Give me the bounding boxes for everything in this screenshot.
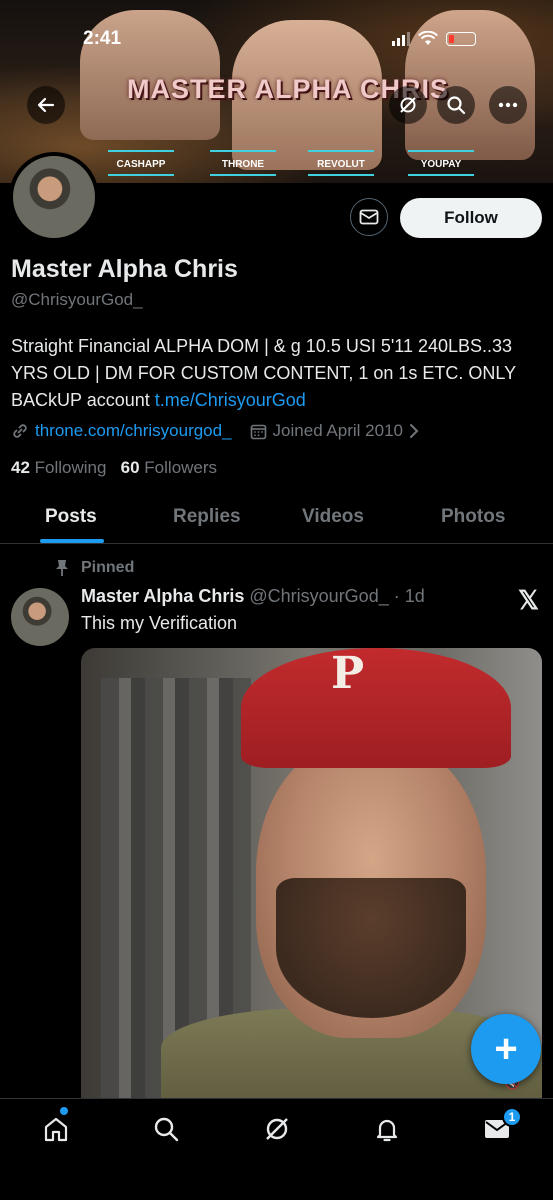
beard bbox=[276, 878, 466, 1018]
arrow-left-icon bbox=[37, 97, 55, 113]
calendar-icon bbox=[250, 424, 266, 439]
profile-avatar[interactable] bbox=[9, 152, 99, 242]
post-author-name[interactable]: Master Alpha Chris bbox=[81, 586, 244, 606]
post-text: This my Verification bbox=[81, 613, 238, 633]
bottom-nav: 1 bbox=[0, 1098, 553, 1200]
banner-link-throne: THRONE bbox=[210, 150, 276, 176]
signal-icon bbox=[392, 31, 410, 46]
grok-icon bbox=[400, 97, 416, 113]
display-name: Master Alpha Chris bbox=[11, 255, 238, 283]
profile-bio: Straight Financial ALPHA DOM | & g 10.5 … bbox=[11, 333, 543, 414]
message-button[interactable] bbox=[350, 198, 388, 236]
banner-link-revolut: REVOLUT bbox=[308, 150, 374, 176]
followers-link[interactable]: 60 Followers bbox=[121, 458, 217, 477]
search-icon bbox=[154, 1117, 179, 1142]
follow-stats: 42 Following 60 Followers bbox=[11, 458, 217, 478]
compose-button[interactable]: + bbox=[471, 1014, 541, 1084]
tab-replies[interactable]: Replies bbox=[173, 506, 241, 528]
tab-videos[interactable]: Videos bbox=[302, 506, 364, 528]
banner-link-cashapp: CASHAPP bbox=[108, 150, 174, 176]
status-icons bbox=[392, 31, 476, 46]
nav-grok[interactable] bbox=[261, 1113, 293, 1145]
following-link[interactable]: 42 Following bbox=[11, 458, 106, 477]
cap bbox=[241, 648, 511, 768]
grok-icon bbox=[266, 1118, 288, 1140]
profile-handle: @ChrisyourGod_ bbox=[11, 290, 143, 309]
pin-icon bbox=[56, 560, 68, 576]
back-button[interactable] bbox=[27, 86, 65, 124]
link-icon bbox=[13, 424, 27, 438]
post-video[interactable]: P bbox=[81, 648, 542, 1098]
bell-icon bbox=[376, 1119, 398, 1142]
grok-button[interactable] bbox=[389, 86, 427, 124]
bio-link[interactable]: t.me/ChrisyourGod bbox=[155, 390, 306, 410]
home-icon bbox=[44, 1117, 68, 1142]
tab-posts[interactable]: Posts bbox=[45, 506, 97, 528]
home-notification-dot bbox=[60, 1107, 68, 1115]
search-icon bbox=[447, 96, 466, 115]
cap-logo: P bbox=[331, 648, 365, 699]
nav-home[interactable] bbox=[40, 1113, 72, 1145]
x-logo-icon[interactable]: 𝕏 bbox=[518, 585, 539, 616]
wifi-icon bbox=[418, 31, 438, 45]
search-button[interactable] bbox=[437, 86, 475, 124]
profile-website[interactable]: throne.com/chrisyourgod_ bbox=[35, 421, 232, 441]
banner-link-youpay: YOUPAY bbox=[408, 150, 474, 176]
status-time: 2:41 bbox=[83, 28, 122, 49]
profile-meta: throne.com/chrisyourgod_ Joined April 20… bbox=[11, 421, 419, 441]
envelope-icon bbox=[359, 209, 379, 225]
follow-button[interactable]: Follow bbox=[400, 198, 542, 238]
active-tab-indicator bbox=[40, 539, 104, 543]
nav-notifications[interactable] bbox=[371, 1113, 403, 1145]
tab-photos[interactable]: Photos bbox=[441, 506, 505, 528]
post-author-avatar[interactable] bbox=[11, 588, 69, 646]
joined-date: Joined April 2010 bbox=[272, 421, 403, 440]
banner-title: MASTER ALPHA CHRIS bbox=[126, 74, 449, 104]
post-handle-time: @ChrisyourGod_ · 1d bbox=[249, 586, 425, 606]
post-header: Master Alpha Chris @ChrisyourGod_ · 1d bbox=[81, 586, 425, 607]
more-dots-icon bbox=[498, 102, 518, 108]
pinned-label: Pinned bbox=[55, 559, 134, 577]
nav-search[interactable] bbox=[150, 1113, 182, 1145]
messages-badge: 1 bbox=[502, 1107, 522, 1127]
profile-tabs: Posts Replies Videos Photos bbox=[0, 498, 553, 544]
chevron-right-icon[interactable] bbox=[409, 423, 419, 439]
more-options-button[interactable] bbox=[489, 86, 527, 124]
battery-icon bbox=[446, 31, 476, 46]
